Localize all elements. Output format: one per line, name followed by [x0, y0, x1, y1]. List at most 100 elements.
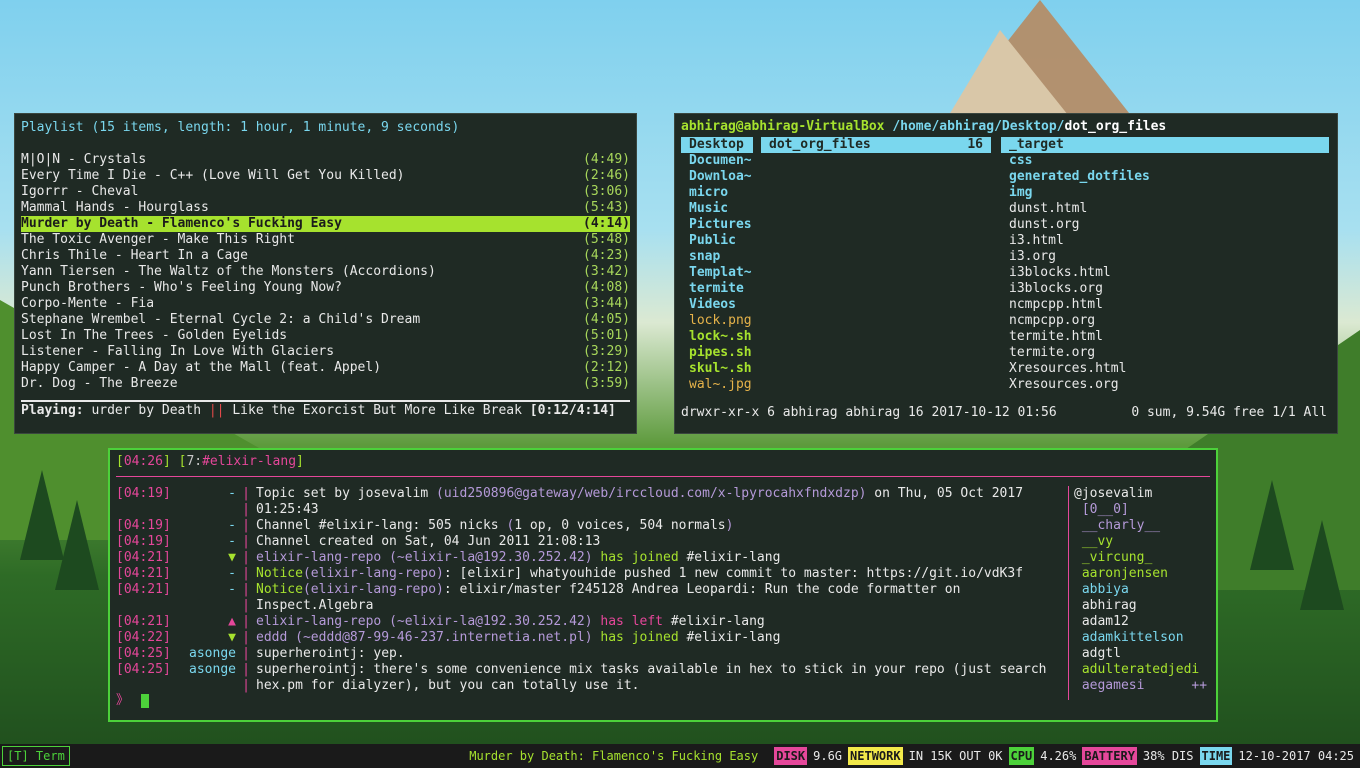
playlist-item[interactable]: Punch Brothers - Who's Feeling Young Now… [21, 280, 630, 296]
irc-message: [04:21] ▼ | elixir-lang-repo (~elixir-la@19… [116, 550, 1066, 566]
nicklist-entry[interactable]: __vy [1074, 534, 1208, 550]
ranger-entry[interactable]: css [1001, 153, 1329, 169]
irc-nick[interactable]: ▼ [180, 550, 236, 566]
ranger-entry[interactable]: termite [681, 281, 753, 297]
ranger-entry[interactable]: i3blocks.html [1001, 265, 1329, 281]
ranger-entry[interactable]: Xresources.html [1001, 361, 1329, 377]
irc-nick[interactable]: asonge [180, 646, 236, 662]
ranger-entry[interactable]: Pictures [681, 217, 753, 233]
ranger-entry[interactable]: Downloa~ [681, 169, 753, 185]
ranger-entry[interactable]: Xresources.org [1001, 377, 1329, 393]
irc-message: | 01:25:43 [116, 502, 1066, 518]
weechat-window[interactable]: [04:26] [7:#elixir-lang] [04:19] - | Topic … [108, 448, 1218, 722]
playlist-list[interactable]: M|O|N - Crystals (4:49) Every Time I Die -… [21, 152, 630, 392]
ranger-entry[interactable]: i3.org [1001, 249, 1329, 265]
nicklist-entry[interactable]: __charly__ [1074, 518, 1208, 534]
irc-nick[interactable] [180, 678, 236, 694]
irc-text-segment: Notice [256, 566, 303, 581]
playlist-item[interactable]: M|O|N - Crystals (4:49) [21, 152, 630, 168]
playlist-item[interactable]: Mammal Hands - Hourglass (5:43) [21, 200, 630, 216]
playlist-item[interactable]: Igorrr - Cheval (3:06) [21, 184, 630, 200]
nicklist-entry[interactable]: abbiya [1074, 582, 1208, 598]
irc-nick[interactable]: asonge [180, 662, 236, 678]
playlist-item[interactable]: Corpo-Mente - Fia (3:44) [21, 296, 630, 312]
playlist-item[interactable]: The Toxic Avenger - Make This Right (5:48… [21, 232, 630, 248]
irc-text-segment: (~elixir-la@192.30.252.42) [389, 614, 593, 629]
irc-chat-buffer[interactable]: [04:19] - | Topic set by josevalim (uid2508… [116, 486, 1066, 694]
nicklist-entry[interactable]: aaronjensen [1074, 566, 1208, 582]
ranger-entry[interactable]: snap [681, 249, 753, 265]
ranger-current-dir: dot_org_files [1064, 119, 1167, 134]
nicklist-entry[interactable]: abhirag [1074, 598, 1208, 614]
ranger-current-entry[interactable]: dot_org_files 16 [761, 137, 991, 153]
irc-nick[interactable]: - [180, 566, 236, 582]
irc-nick[interactable] [180, 502, 236, 518]
playlist-item[interactable]: Chris Thile - Heart In a Cage (4:23) [21, 248, 630, 264]
nicklist-entry[interactable]: _vircung_ [1074, 550, 1208, 566]
ranger-entry[interactable]: Desktop [681, 137, 753, 153]
nicklist-entry[interactable]: @josevalim [1074, 486, 1208, 502]
ranger-entry[interactable]: Documen~ [681, 153, 753, 169]
ranger-entry[interactable]: micro [681, 185, 753, 201]
workspace-button[interactable]: [T] Term [2, 746, 70, 766]
ranger-entry[interactable]: img [1001, 185, 1329, 201]
irc-nick[interactable]: - [180, 534, 236, 550]
ranger-entry[interactable]: Videos [681, 297, 753, 313]
irc-nick[interactable] [180, 598, 236, 614]
ranger-entry[interactable]: _target [1001, 137, 1329, 153]
irc-message: [04:19] - | Channel #elixir-lang: 505 nicks… [116, 518, 1066, 534]
irc-nick[interactable]: ▼ [180, 630, 236, 646]
irc-message: [04:25] asonge | superherointj: there's som… [116, 662, 1066, 678]
playlist-item[interactable]: Yann Tiersen - The Waltz of the Monsters… [21, 264, 630, 280]
ranger-entry[interactable]: i3.html [1001, 233, 1329, 249]
nicklist-entry[interactable]: aegamesi ++ [1074, 678, 1208, 694]
ncmpcpp-window[interactable]: Playlist (15 items, length: 1 hour, 1 mi… [14, 113, 637, 434]
ranger-entry[interactable]: dunst.html [1001, 201, 1329, 217]
ranger-parent-column[interactable]: Desktop Documen~ Downloa~ micro Music Picture… [681, 137, 753, 393]
irc-column-separator: | [242, 550, 250, 565]
irc-nick[interactable]: - [180, 518, 236, 534]
playlist-item[interactable]: Murder by Death - Flamenco's Fucking Eas… [21, 216, 630, 232]
playlist-item[interactable]: Stephane Wrembel - Eternal Cycle 2: a Ch… [21, 312, 630, 328]
nicklist-entry[interactable]: adulteratedjedi [1074, 662, 1208, 678]
ranger-entry[interactable]: wal~.jpg [681, 377, 753, 393]
ranger-entry[interactable]: generated_dotfiles [1001, 169, 1329, 185]
irc-nick[interactable]: - [180, 582, 236, 598]
irc-nick[interactable]: - [180, 486, 236, 502]
ranger-entry[interactable]: Music [681, 201, 753, 217]
ranger-entry[interactable]: Public [681, 233, 753, 249]
playlist-item[interactable]: Lost In The Trees - Golden Eyelids (5:01) [21, 328, 630, 344]
ranger-entry[interactable]: i3blocks.org [1001, 281, 1329, 297]
irc-nicklist-separator [1068, 486, 1069, 700]
playlist-item[interactable]: Dr. Dog - The Breeze (3:59) [21, 376, 630, 392]
nicklist-entry[interactable]: adgtl [1074, 646, 1208, 662]
playlist-item[interactable]: Listener - Falling In Love With Glaciers… [21, 344, 630, 360]
ranger-parent-path: /home/abhirag/Desktop/ [884, 119, 1065, 134]
ranger-entry[interactable]: lock~.sh [681, 329, 753, 345]
irc-nicklist[interactable]: @josevalim [0__0] __charly__ __vy _vircu… [1074, 486, 1208, 694]
irc-prompt-icon: 》 [116, 693, 130, 708]
nicklist-entry[interactable]: adam12 [1074, 614, 1208, 630]
irc-message-text: Channel #elixir-lang: 505 nicks (1 op, 0… [256, 518, 733, 534]
irc-clock: 04:26 [123, 454, 163, 469]
irc-nick[interactable]: ▲ [180, 614, 236, 630]
ranger-entry[interactable]: skul~.sh [681, 361, 753, 377]
ranger-entry[interactable]: ncmpcpp.html [1001, 297, 1329, 313]
irc-input-line[interactable]: 》 [116, 692, 150, 710]
ranger-entry[interactable]: lock.png [681, 313, 753, 329]
ranger-window[interactable]: abhirag@abhirag-VirtualBox /home/abhirag… [674, 113, 1338, 434]
ranger-entry[interactable]: termite.html [1001, 329, 1329, 345]
ranger-preview-column[interactable]: _target css generated_dotfiles img dunst.htm… [1001, 137, 1329, 393]
ranger-entry[interactable]: ncmpcpp.org [1001, 313, 1329, 329]
playlist-item[interactable]: Every Time I Die - C++ (Love Will Get Yo… [21, 168, 630, 184]
track-duration: (3:59) [583, 376, 630, 391]
ranger-entry[interactable]: dunst.org [1001, 217, 1329, 233]
ranger-entry[interactable]: termite.org [1001, 345, 1329, 361]
playlist-item[interactable]: Happy Camper - A Day at the Mall (feat. … [21, 360, 630, 376]
irc-column-separator: | [242, 646, 250, 661]
ranger-current-column[interactable]: dot_org_files 16 [761, 137, 991, 153]
nicklist-entry[interactable]: adamkittelson [1074, 630, 1208, 646]
ranger-entry[interactable]: Templat~ [681, 265, 753, 281]
nicklist-entry[interactable]: [0__0] [1074, 502, 1208, 518]
ranger-entry[interactable]: pipes.sh [681, 345, 753, 361]
